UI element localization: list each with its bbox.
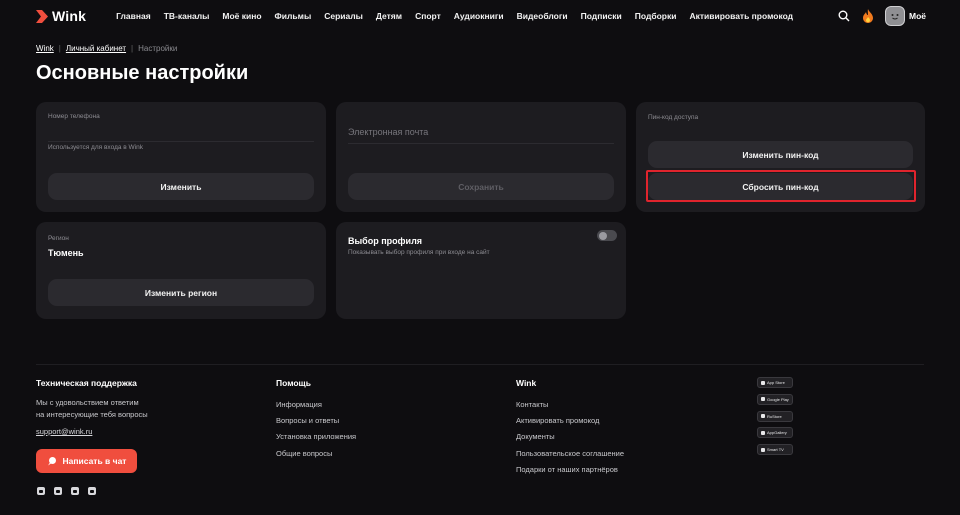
footer-help: Помощь Информация Вопросы и ответы Устан…	[276, 378, 356, 462]
main-nav: Главная ТВ-каналы Моё кино Фильмы Сериал…	[116, 11, 806, 21]
appgallery-badge[interactable]: AppGallery	[757, 427, 793, 439]
change-phone-button[interactable]: Изменить	[48, 173, 314, 200]
youtube-icon[interactable]	[71, 487, 79, 495]
nav-item-audiobooks[interactable]: Аудиокниги	[454, 11, 504, 21]
tv-icon	[761, 447, 765, 452]
help-link-install[interactable]: Установка приложения	[276, 429, 356, 445]
support-text-line1: Мы с удовольствием ответим	[36, 398, 139, 407]
change-region-button[interactable]: Изменить регион	[48, 279, 314, 306]
nav-item-films[interactable]: Фильмы	[275, 11, 312, 21]
wink-link-documents[interactable]: Документы	[516, 429, 624, 445]
footer-wink: Wink Контакты Активировать промокод Доку…	[516, 378, 624, 478]
support-title: Техническая поддержка	[36, 378, 137, 388]
avatar[interactable]	[885, 6, 905, 26]
help-link-general[interactable]: Общие вопросы	[276, 446, 356, 462]
nav-item-kids[interactable]: Детям	[376, 11, 402, 21]
fire-icon[interactable]	[861, 9, 875, 23]
pin-card: Пин-код доступа Изменить пин-код Сбросит…	[636, 102, 925, 212]
appgallery-icon	[761, 430, 765, 435]
toggle-knob	[598, 231, 607, 240]
profile-select-hint: Показывать выбор профиля при входе на са…	[348, 249, 490, 256]
app-store-badge[interactable]: App Store	[757, 377, 793, 388]
breadcrumb-separator: |	[58, 44, 61, 53]
support-text-line2: на интересующие тебя вопросы	[36, 410, 148, 419]
nav-item-my-movies[interactable]: Моё кино	[222, 11, 261, 21]
wink-link-agreement[interactable]: Пользовательское соглашение	[516, 446, 624, 462]
region-label: Регион	[48, 235, 69, 242]
wink-link-contacts[interactable]: Контакты	[516, 397, 624, 413]
phone-hint: Используется для входа в Wink	[48, 144, 143, 151]
phone-label: Номер телефона	[48, 113, 100, 120]
chat-icon	[47, 457, 56, 466]
breadcrumb-separator: |	[131, 44, 134, 53]
chat-button-label: Написать в чат	[62, 456, 127, 466]
google-play-icon	[761, 397, 765, 402]
region-card: Регион Тюмень Изменить регион	[36, 222, 326, 319]
change-pin-button[interactable]: Изменить пин-код	[648, 141, 913, 168]
header-actions: Моё	[837, 6, 926, 26]
breadcrumb-account[interactable]: Личный кабинет	[66, 44, 126, 53]
nav-item-videoblogs[interactable]: Видеоблоги	[517, 11, 568, 21]
wink-logo[interactable]: Wink	[36, 8, 86, 24]
smart-tv-badge[interactable]: Smart TV	[757, 444, 793, 456]
footer-support: Техническая поддержка Мы с удовольствием…	[36, 378, 148, 421]
ok-icon[interactable]	[88, 487, 96, 495]
nav-item-collections[interactable]: Подборки	[635, 11, 677, 21]
profile-select-toggle[interactable]	[597, 230, 617, 241]
wink-logo-icon	[36, 9, 48, 23]
breadcrumb: Wink | Личный кабинет | Настройки	[36, 44, 177, 53]
email-divider	[348, 143, 614, 144]
wink-link-gifts[interactable]: Подарки от наших партнёров	[516, 462, 624, 478]
nav-item-sport[interactable]: Спорт	[415, 11, 441, 21]
help-title: Помощь	[276, 378, 311, 388]
app-store-badges: App Store Google Play RuStore AppGallery…	[757, 377, 793, 461]
rustore-badge[interactable]: RuStore	[757, 410, 793, 422]
profile-label[interactable]: Моё	[909, 11, 926, 21]
nav-item-promo[interactable]: Активировать промокод	[689, 11, 793, 21]
pin-label: Пин-код доступа	[648, 114, 699, 121]
social-links	[37, 487, 96, 495]
telegram-icon[interactable]	[54, 487, 62, 495]
vk-icon[interactable]	[37, 487, 45, 495]
nav-item-home[interactable]: Главная	[116, 11, 151, 21]
nav-item-tv[interactable]: ТВ-каналы	[164, 11, 210, 21]
email-card: Электронная почта Сохранить	[336, 102, 626, 212]
profile-select-card: Выбор профиля Показывать выбор профиля п…	[336, 222, 626, 319]
help-link-info[interactable]: Информация	[276, 397, 356, 413]
phone-card: Номер телефона Используется для входа в …	[36, 102, 326, 212]
phone-divider	[48, 141, 314, 142]
top-header: Wink Главная ТВ-каналы Моё кино Фильмы С…	[0, 0, 960, 32]
help-link-faq[interactable]: Вопросы и ответы	[276, 413, 356, 429]
google-play-badge[interactable]: Google Play	[757, 393, 793, 405]
nav-item-subscriptions[interactable]: Подписки	[581, 11, 622, 21]
search-icon[interactable]	[837, 9, 851, 23]
footer-divider	[36, 364, 924, 365]
reset-pin-highlight	[646, 170, 916, 202]
wink-footer-title: Wink	[516, 378, 537, 388]
apple-icon	[761, 380, 765, 385]
region-value: Тюмень	[48, 248, 84, 258]
save-email-button[interactable]: Сохранить	[348, 173, 614, 200]
logo-text: Wink	[52, 8, 87, 24]
page-title: Основные настройки	[36, 62, 249, 84]
wink-link-promo[interactable]: Активировать промокод	[516, 413, 624, 429]
write-to-chat-button[interactable]: Написать в чат	[36, 449, 137, 473]
rustore-icon	[761, 414, 765, 419]
breadcrumb-home[interactable]: Wink	[36, 44, 54, 53]
support-email-link[interactable]: support@wink.ru	[36, 427, 92, 436]
breadcrumb-current: Настройки	[138, 44, 178, 53]
nav-item-series[interactable]: Сериалы	[324, 11, 363, 21]
email-field[interactable]: Электронная почта	[348, 127, 428, 137]
profile-select-title: Выбор профиля	[348, 236, 423, 246]
